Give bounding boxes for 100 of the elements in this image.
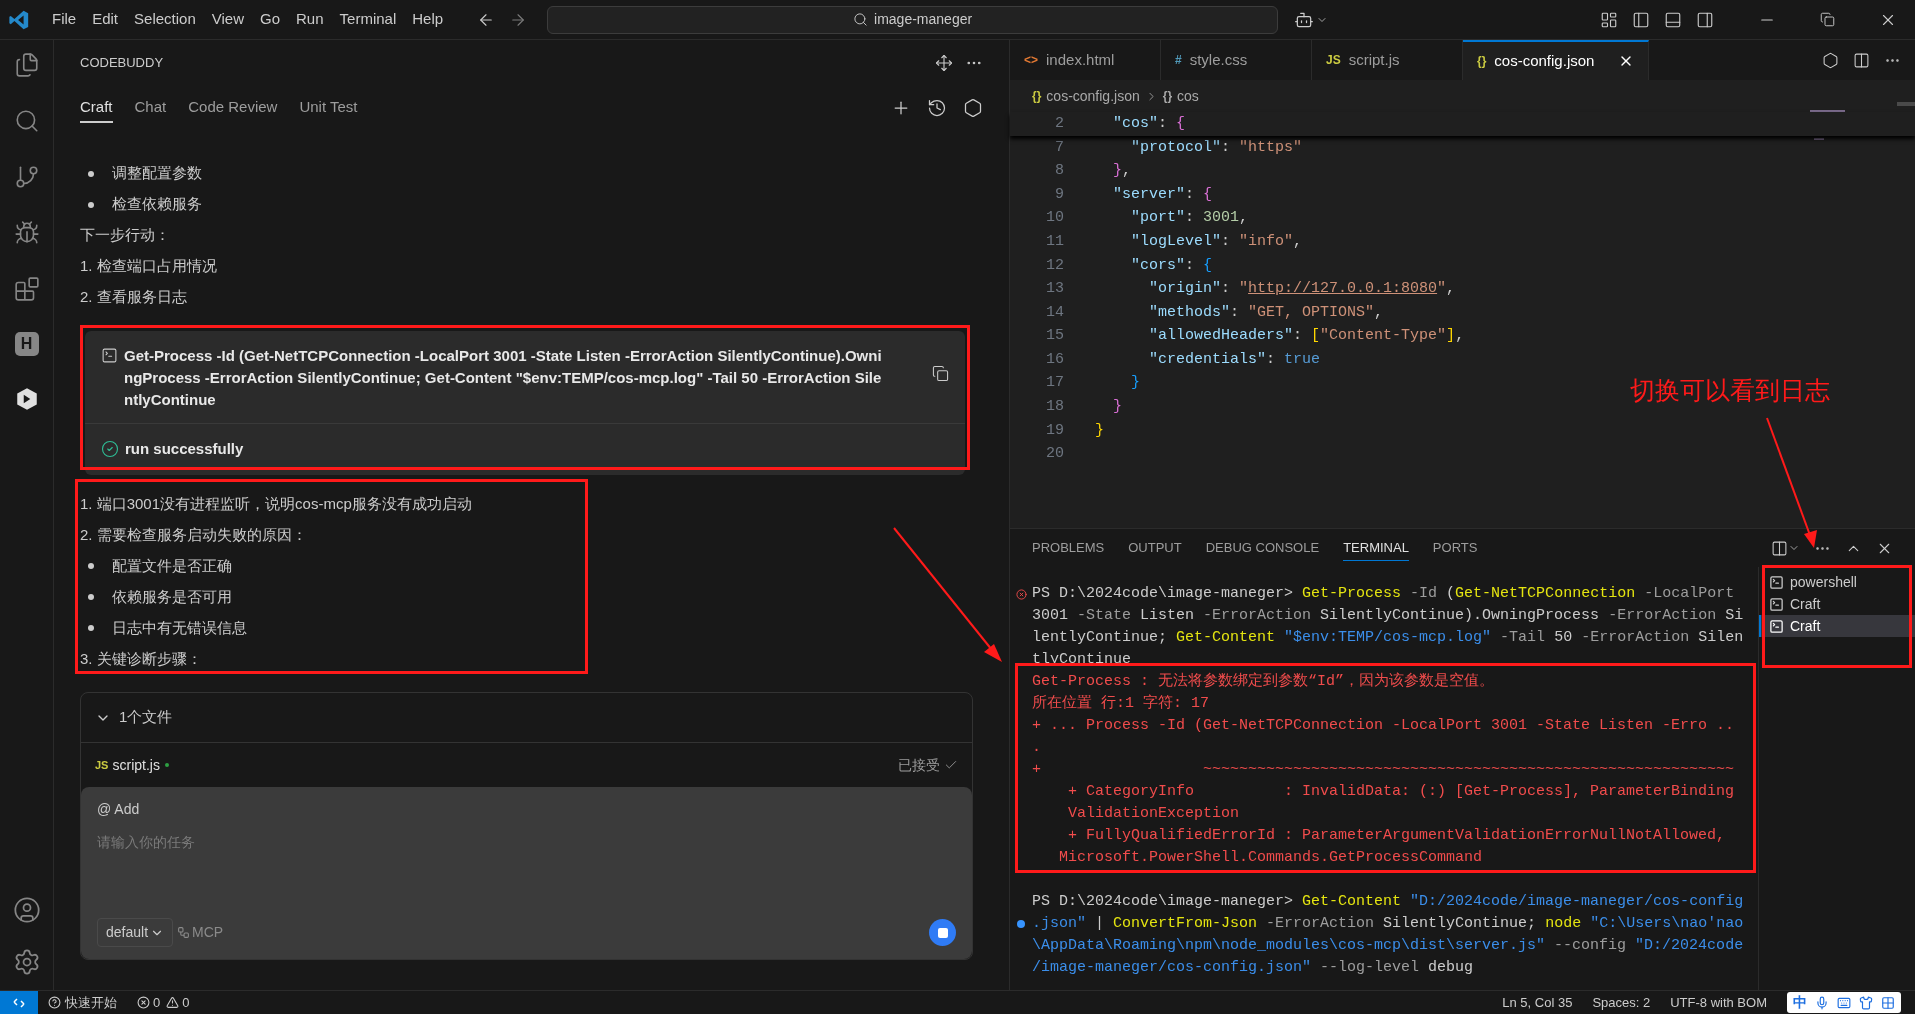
line-number: 12 xyxy=(1045,255,1065,276)
panel-title: CODEBUDDY xyxy=(80,54,164,73)
command-search-field[interactable]: image-maneger xyxy=(547,5,1279,34)
scrollbar[interactable] xyxy=(1897,102,1915,106)
terminal-line: ValidationException xyxy=(1067,803,1240,824)
message-text: 依赖服务是否可用 xyxy=(112,586,232,607)
quick-start-button[interactable]: 快速开始 xyxy=(48,992,117,1013)
extension-letter-icon[interactable]: H xyxy=(14,332,39,356)
line-number: 14 xyxy=(1045,302,1065,323)
message-text: 1. 检查端口占用情况 xyxy=(80,256,217,277)
status-item[interactable]: UTF-8 with BOM xyxy=(1670,992,1767,1013)
line-number: 17 xyxy=(1045,373,1065,394)
app-logo-icon xyxy=(8,8,30,31)
panel-tab[interactable]: TERMINAL xyxy=(1343,535,1409,561)
status-item[interactable]: Ln 5, Col 35 xyxy=(1502,992,1573,1013)
panel-tab[interactable]: OUTPUT xyxy=(1128,535,1182,561)
terminal-icon xyxy=(1769,574,1784,590)
code-line: "server": { xyxy=(1112,184,1213,205)
terminal-list-item[interactable]: powershell xyxy=(1759,571,1915,593)
menu-item[interactable]: View xyxy=(203,8,252,31)
line-number: 13 xyxy=(1045,279,1065,300)
history-icon[interactable] xyxy=(927,98,947,118)
editor-tab[interactable]: # style.css xyxy=(1161,40,1312,80)
code-line: "cors": { xyxy=(1130,255,1213,276)
error-marker-icon[interactable] xyxy=(1015,588,1027,600)
chat-tab[interactable]: Code Review xyxy=(188,93,278,123)
source-control-icon[interactable] xyxy=(13,164,40,190)
message-text: 下一步行动： xyxy=(80,225,170,246)
chat-tab[interactable]: Chat xyxy=(134,93,167,123)
panel-tab[interactable]: PORTS xyxy=(1432,535,1478,561)
check-icon xyxy=(944,758,958,772)
menu-item[interactable]: File xyxy=(44,8,85,31)
status-item[interactable]: Spaces: 2 xyxy=(1592,992,1651,1013)
chat-input-box[interactable]: @ Add 请输入你的任务 default MCP xyxy=(81,787,972,959)
stop-button[interactable] xyxy=(929,919,956,946)
problems-button[interactable]: 0 0 xyxy=(137,992,190,1013)
files-icon[interactable] xyxy=(13,52,40,78)
terminal-line: + CategoryInfo : InvalidData: (:) [Get-Process], ParameterBinding xyxy=(1067,781,1735,802)
terminal-line: + FullyQualifiedErrorId : ParameterArgumentValidationErrorNullNotAllowed, xyxy=(1067,825,1726,846)
line-number: 11 xyxy=(1045,231,1065,252)
terminal-line: tlyContinue xyxy=(1032,649,1132,670)
chat-tab[interactable]: Unit Test xyxy=(299,93,358,123)
ime-toolbar[interactable]: 中 xyxy=(1787,992,1901,1013)
microphone-icon[interactable] xyxy=(1815,995,1829,1010)
terminal-line: PS D:\2024code\image-maneger> Get-Process -Id (Get-NetTCPConnection -LocalPort xyxy=(1032,583,1735,604)
js-file-icon: JS xyxy=(95,756,109,774)
menu-item[interactable]: Go xyxy=(252,8,288,31)
file-name[interactable]: script.js xyxy=(112,754,160,776)
copy-icon[interactable] xyxy=(932,365,949,382)
annotation-note: 切换可以看到日志 xyxy=(1630,375,1830,406)
menu-item[interactable]: Terminal xyxy=(331,8,405,31)
status-text: run successfully xyxy=(125,439,244,459)
breadcrumb-item[interactable]: {} cos-config.json xyxy=(1032,85,1140,107)
panel-tab[interactable]: DEBUG CONSOLE xyxy=(1205,535,1320,561)
split-editor-icon[interactable] xyxy=(1853,51,1870,69)
move-icon[interactable] xyxy=(935,54,953,72)
file-status: 已接受 xyxy=(898,755,940,775)
layout-icon[interactable] xyxy=(1600,10,1618,29)
editor-tab[interactable]: <> index.html xyxy=(1010,40,1161,80)
extensions-icon[interactable] xyxy=(13,276,40,302)
code-line: } xyxy=(1112,397,1122,418)
chat-tab[interactable]: Craft xyxy=(80,93,113,123)
command-text: Get-Process -Id (Get-NetTCPConnection -LocalPort 3001 -State Listen -ErrorAction SilentlyContinue).OwningProcess -ErrorAction SilentlyContinue; Get-Content "$env:TEMP/cos-mcp.log" -Tail 50 -ErrorAction SilentlyContinue xyxy=(124,346,883,410)
hexagon-icon[interactable] xyxy=(1822,51,1839,69)
bullet-icon xyxy=(88,594,94,600)
settings-icon[interactable] xyxy=(963,98,983,118)
menu-item[interactable]: Edit xyxy=(84,8,127,31)
split-terminal-icon[interactable] xyxy=(1771,539,1788,557)
nodes-icon xyxy=(177,926,191,939)
keyboard-icon[interactable] xyxy=(1837,995,1851,1010)
editor-tab[interactable]: {} cos-config.json xyxy=(1463,40,1649,80)
mention-text[interactable]: @ Add xyxy=(97,799,956,820)
line-number: 9 xyxy=(1054,184,1065,205)
bullet-icon xyxy=(88,625,94,631)
files-header[interactable]: 1个文件 xyxy=(119,706,173,729)
terminal-icon xyxy=(1769,618,1784,634)
task-input-field[interactable]: 请输入你的任务 xyxy=(97,832,956,853)
shirt-icon[interactable] xyxy=(1859,995,1873,1010)
menu-item[interactable]: Run xyxy=(288,8,332,31)
menu-item[interactable]: Help xyxy=(404,8,452,31)
panel-tab[interactable]: PROBLEMS xyxy=(1032,535,1105,561)
panel-right-icon[interactable] xyxy=(1696,10,1714,29)
restore-icon[interactable] xyxy=(1820,12,1835,27)
menu-item[interactable]: Selection xyxy=(126,8,204,31)
code-line: "origin": "http://127.0.0.1:8080", xyxy=(1148,279,1456,300)
terminal-icon xyxy=(1769,596,1784,612)
panel-left-icon[interactable] xyxy=(1632,10,1650,29)
code-line: "methods": "GET, OPTIONS", xyxy=(1148,302,1384,323)
line-number: 19 xyxy=(1045,420,1065,441)
account-icon[interactable] xyxy=(12,896,41,924)
mode-dropdown[interactable]: default xyxy=(97,918,174,947)
warning-icon xyxy=(166,996,180,1009)
terminal-line: PS D:\2024code\image-maneger> Get-Content "D:/2024code/image-maneger/cos-config xyxy=(1032,891,1744,912)
terminal-list-item[interactable]: Craft xyxy=(1759,593,1915,615)
grid-icon[interactable] xyxy=(1881,995,1895,1010)
terminal-list-item[interactable]: Craft xyxy=(1759,615,1915,637)
terminal-line: 所在位置 行:1 字符: 17 xyxy=(1032,693,1209,714)
breadcrumb-item[interactable]: {} cos xyxy=(1162,85,1199,107)
panel-bottom-icon[interactable] xyxy=(1664,10,1682,29)
debug-icon[interactable] xyxy=(13,220,40,246)
